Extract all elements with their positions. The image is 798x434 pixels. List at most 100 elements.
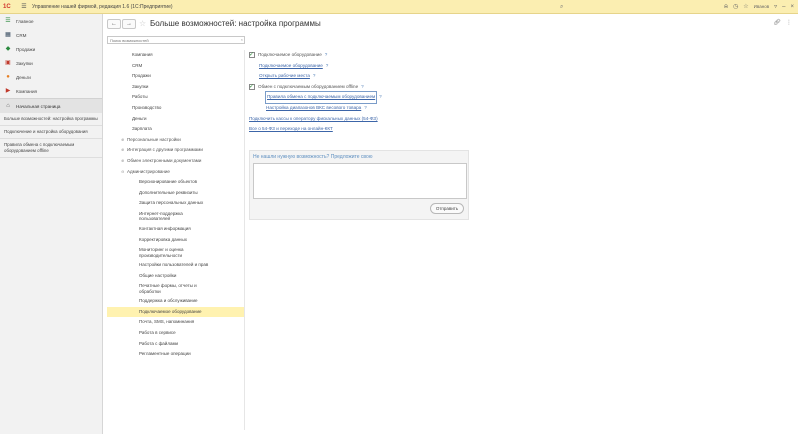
window-title-bar: 1С ☰ Управление нашей фирмой, редакция 1… — [0, 0, 798, 14]
list-item[interactable]: Дополнительные реквизиты — [107, 188, 244, 199]
list-group[interactable]: ⊕ Обмен электронными документами — [107, 156, 244, 167]
list-item[interactable]: Версионирование объектов — [107, 177, 244, 188]
ofd-link[interactable]: Подключить кассы к оператору фискальных … — [249, 114, 378, 125]
list-group[interactable]: ⊕ Интеграция с другими программами — [107, 145, 244, 156]
section-main[interactable]: ☰ Главное — [0, 14, 102, 28]
current-user[interactable]: Иванов — [754, 0, 769, 14]
help-icon[interactable]: ? — [379, 92, 382, 103]
send-button[interactable]: Отправить — [430, 203, 464, 214]
open-window-settings[interactable]: Больше возможностей: настройка программы — [0, 113, 102, 126]
search-box: × — [107, 36, 245, 44]
section-label: Деньги — [16, 74, 31, 80]
help-icon[interactable]: ? — [326, 61, 329, 72]
list-item[interactable]: Интернет-поддержка пользователей — [107, 209, 244, 224]
list-item-selected[interactable]: Подключаемое оборудование — [107, 306, 244, 318]
help-icon[interactable]: ? — [325, 50, 328, 61]
close-icon[interactable]: × — [790, 0, 794, 14]
list-item[interactable]: Поддержка и обслуживание — [107, 296, 244, 307]
window-title: Управление нашей фирмой, редакция 1.6 (1… — [32, 3, 173, 10]
list-item[interactable]: Печатные формы, отчеты и обработки — [107, 281, 244, 296]
history-icon[interactable]: ◷ — [733, 0, 738, 14]
scales-range-link[interactable]: Настройка диапазонов ВКС весового товара — [266, 103, 361, 114]
group-label: Персональные настройки — [127, 136, 181, 142]
company-icon: ▶ — [5, 88, 11, 94]
offline-exchange-row: Обмен с подключаемым оборудованием offli… — [249, 82, 489, 93]
section-money[interactable]: ● Деньги — [0, 70, 102, 84]
list-item[interactable]: Работы — [107, 92, 244, 103]
money-icon: ● — [6, 74, 10, 80]
page-title: Больше возможностей: настройка программы — [150, 19, 321, 28]
forward-button[interactable]: → — [122, 19, 136, 29]
section-label: Компания — [16, 88, 38, 94]
help-icon[interactable]: ? — [361, 82, 364, 93]
menu-icon[interactable]: ☰ — [20, 2, 28, 12]
exchange-rules-link[interactable]: Правила обмена с подключаемым оборудован… — [264, 91, 378, 104]
clear-icon[interactable]: × — [241, 37, 243, 43]
section-crm[interactable]: ▦ CRM — [0, 28, 102, 42]
favorite-star-icon[interactable]: ☆ — [139, 19, 146, 29]
list-item[interactable]: Защита персональных данных — [107, 198, 244, 209]
sales-icon: ◆ — [5, 46, 11, 52]
list-item[interactable]: Почта, SMS, напоминания — [107, 317, 244, 328]
list-item[interactable]: Зарплата — [107, 124, 244, 135]
list-item[interactable]: Регламентные операции — [107, 349, 244, 360]
bell-icon[interactable]: ⍾ — [724, 0, 728, 14]
list-item[interactable]: Деньги — [107, 114, 244, 125]
form-tools: 🔗︎ ⋮ — [773, 19, 792, 26]
open-window-exchange-rules[interactable]: Правила обмена с подключаемым оборудован… — [0, 139, 102, 158]
home-label: Начальная страница — [16, 103, 61, 109]
offline-exchange-checkbox[interactable] — [249, 82, 255, 93]
purchase-icon: ▣ — [5, 60, 11, 66]
list-item[interactable]: Мониторинг и оценка производительности — [107, 245, 244, 260]
list-group[interactable]: ⊕ Персональные настройки — [107, 135, 244, 146]
list-item[interactable]: Настройки пользователей и прав — [107, 260, 244, 271]
list-item[interactable]: Продажи — [107, 71, 244, 82]
help-icon[interactable]: ? — [313, 71, 316, 82]
use-equipment-checkbox[interactable] — [249, 50, 255, 61]
list-item[interactable]: CRM — [107, 61, 244, 72]
app-logo: 1С — [3, 3, 11, 10]
home-icon: ⌂ — [6, 103, 10, 109]
suggestion-title: Не нашли нужную возможность? Предложите … — [253, 154, 373, 160]
section-label: Главное — [16, 18, 34, 24]
settings-sections-list: Компания CRM Продажи Закупки Работы Прои… — [107, 50, 245, 430]
link-icon[interactable]: 🔗︎ — [773, 19, 781, 26]
list-item[interactable]: Общие настройки — [107, 271, 244, 282]
list-item[interactable]: Закупки — [107, 82, 244, 93]
more-icon[interactable]: ⋮ — [786, 19, 792, 26]
list-item[interactable]: Работа с файлами — [107, 339, 244, 350]
workplaces-link[interactable]: Открыть рабочие места — [259, 71, 310, 82]
list-item[interactable]: Компания — [107, 50, 244, 61]
back-button[interactable]: ← — [107, 19, 121, 29]
sections-panel: ☰ Главное ▦ CRM ◆ Продажи ▣ Закупки ● Де… — [0, 14, 103, 434]
workplaces-link-row: Открыть рабочие места ? — [249, 71, 489, 82]
group-label: Обмен электронными документами — [127, 157, 202, 163]
section-sales[interactable]: ◆ Продажи — [0, 42, 102, 56]
star-icon[interactable]: ☆ — [743, 0, 748, 14]
ofd-row: Подключить кассы к оператору фискальных … — [249, 114, 489, 125]
suggestion-textarea[interactable] — [253, 163, 467, 199]
search-icon[interactable]: ⌕ — [560, 3, 568, 11]
help-icon[interactable]: ? — [364, 103, 367, 114]
list-item[interactable]: Корректировка данных — [107, 235, 244, 246]
list-item[interactable]: Производство — [107, 103, 244, 114]
equipment-link-row: Подключаемое оборудование ? — [249, 61, 489, 72]
home-page-link[interactable]: ⌂ Начальная страница — [0, 99, 102, 113]
section-label: Закупки — [16, 60, 33, 66]
group-label: Интеграция с другими программами — [127, 147, 203, 153]
search-input[interactable] — [108, 37, 236, 43]
minimize-icon[interactable]: – — [782, 0, 785, 14]
law-row: Все о 54-ФЗ и переходе на онлайн-ККТ — [249, 124, 489, 135]
section-purchases[interactable]: ▣ Закупки — [0, 56, 102, 70]
section-company[interactable]: ▶ Компания — [0, 84, 102, 98]
list-group[interactable]: ⊖ Администрирование — [107, 167, 244, 178]
open-window-equipment[interactable]: Подключение и настройка оборудования — [0, 126, 102, 139]
section-label: Продажи — [16, 46, 36, 52]
suggestion-panel: Не нашли нужную возможность? Предложите … — [249, 150, 469, 220]
law-info-link[interactable]: Все о 54-ФЗ и переходе на онлайн-ККТ — [249, 124, 333, 135]
list-item[interactable]: Контактная информация — [107, 224, 244, 235]
section-label: CRM — [16, 32, 27, 38]
equipment-link[interactable]: Подключаемое оборудование — [259, 61, 323, 72]
user-icon[interactable]: ▿ — [774, 0, 777, 14]
list-item[interactable]: Работа в сервисе — [107, 328, 244, 339]
